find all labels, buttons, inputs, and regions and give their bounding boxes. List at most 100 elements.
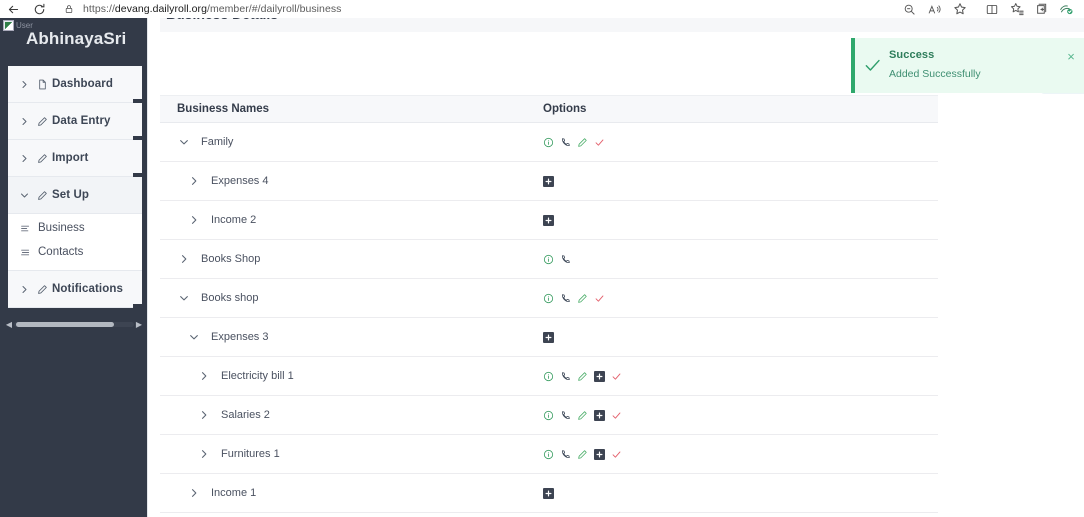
sidebar-item-import[interactable]: Import [8, 140, 142, 177]
scrollbar-track[interactable] [14, 321, 134, 327]
phone-icon[interactable] [560, 137, 571, 148]
chevron-right-icon[interactable] [187, 174, 201, 188]
info-circle-icon[interactable] [543, 293, 554, 304]
chevron-right-icon[interactable] [197, 447, 211, 461]
add-to-collections-icon[interactable] [1029, 0, 1054, 18]
scroll-left-arrow-icon[interactable]: ◀ [4, 320, 14, 329]
table-row[interactable]: Books shop [160, 279, 938, 318]
table-row[interactable]: Expenses 4 [160, 162, 938, 201]
row-options [540, 214, 554, 226]
phone-icon[interactable] [560, 254, 571, 265]
sidebar-item-label: Import [52, 152, 89, 164]
info-circle-icon[interactable] [543, 137, 554, 148]
check-icon[interactable] [594, 137, 605, 148]
info-circle-icon[interactable] [543, 410, 554, 421]
check-icon[interactable] [611, 449, 622, 460]
split-screen-icon[interactable] [979, 0, 1004, 18]
add-plus-square-icon[interactable] [594, 448, 605, 460]
chevron-down-icon[interactable] [177, 291, 191, 305]
phone-icon[interactable] [560, 371, 571, 382]
check-icon[interactable] [611, 371, 622, 382]
row-label: Expenses 3 [211, 331, 269, 343]
add-plus-square-icon[interactable] [594, 370, 605, 382]
toast-message: Added Successfully [889, 68, 981, 80]
table-row[interactable]: Books Shop [160, 240, 938, 279]
add-plus-square-icon[interactable] [543, 175, 554, 187]
browser-back-button[interactable] [0, 0, 26, 18]
sidebar-subitem-label: Business [38, 222, 85, 234]
pencil-icon[interactable] [577, 449, 588, 460]
collections-icon[interactable] [1004, 0, 1029, 18]
list-icon [20, 223, 38, 234]
add-plus-square-icon[interactable] [543, 331, 554, 343]
pencil-icon [32, 190, 52, 201]
check-icon[interactable] [611, 410, 622, 421]
pencil-icon[interactable] [577, 371, 588, 382]
pencil-icon [32, 116, 52, 127]
chevron-right-icon[interactable] [187, 213, 201, 227]
pencil-icon[interactable] [577, 410, 588, 421]
address-bar[interactable]: https://devang.dailyroll.org/member/#/da… [56, 1, 891, 17]
browser-reload-button[interactable] [26, 0, 52, 18]
chevron-right-icon [20, 80, 32, 89]
browser-essentials-icon[interactable] [1054, 0, 1079, 18]
chevron-right-icon[interactable] [177, 252, 191, 266]
info-circle-icon[interactable] [543, 254, 554, 265]
table-row[interactable]: Expenses 3 [160, 318, 938, 357]
chevron-right-icon[interactable] [197, 369, 211, 383]
row-options [540, 487, 554, 499]
row-options [540, 175, 554, 187]
row-label: Salaries 2 [221, 409, 270, 421]
phone-icon[interactable] [560, 449, 571, 460]
row-label: Family [201, 136, 234, 148]
pencil-icon[interactable] [577, 137, 588, 148]
sidebar-item-business[interactable]: Business [8, 216, 142, 240]
chevron-right-icon [20, 117, 32, 126]
table-row[interactable]: Family [160, 123, 938, 162]
chevron-down-icon[interactable] [177, 135, 191, 149]
sidebar-item-data-entry[interactable]: Data Entry [8, 103, 142, 140]
table-row[interactable]: Income 1 [160, 474, 938, 513]
favorite-star-icon[interactable] [947, 0, 972, 18]
info-circle-icon[interactable] [543, 371, 554, 382]
pencil-icon[interactable] [577, 293, 588, 304]
table-row[interactable]: Salaries 2 [160, 396, 938, 435]
chevron-right-icon[interactable] [197, 408, 211, 422]
check-icon [855, 38, 889, 93]
table-row[interactable]: Electricity bill 1 [160, 357, 938, 396]
chevron-down-icon [20, 191, 32, 200]
scrollbar-thumb[interactable] [16, 321, 115, 327]
sidebar-subitem-label: Contacts [38, 246, 84, 258]
sidebar-item-notifications[interactable]: Notifications [8, 271, 142, 308]
sidebar-edge-marker [133, 304, 142, 308]
add-plus-square-icon[interactable] [594, 409, 605, 421]
row-options [540, 409, 622, 421]
chevron-right-icon[interactable] [187, 486, 201, 500]
check-icon[interactable] [594, 293, 605, 304]
browser-actions [897, 0, 1084, 18]
table-row[interactable]: Furnitures 1 [160, 435, 938, 474]
read-aloud-icon[interactable] [922, 0, 947, 18]
sidebar-item-label: Dashboard [52, 78, 113, 90]
sidebar-item-dashboard[interactable]: Dashboard [8, 66, 142, 103]
sidebar-horizontal-scrollbar[interactable]: ◀ ▶ [4, 318, 144, 330]
chevron-down-icon[interactable] [187, 330, 201, 344]
row-label: Furnitures 1 [221, 448, 280, 460]
info-circle-icon[interactable] [543, 449, 554, 460]
scroll-right-arrow-icon[interactable]: ▶ [134, 320, 144, 329]
sidebar-group-data-entry: Data Entry [8, 103, 142, 140]
add-plus-square-icon[interactable] [543, 487, 554, 499]
sidebar-item-contacts[interactable]: Contacts [8, 240, 142, 264]
success-toast: Success Added Successfully × [851, 38, 1084, 93]
add-plus-square-icon[interactable] [543, 214, 554, 226]
close-icon[interactable]: × [1058, 38, 1084, 74]
phone-icon[interactable] [560, 293, 571, 304]
row-label: Income 2 [211, 214, 257, 226]
business-table-card: Business Names Options Family Expenses 4… [160, 32, 938, 517]
zoom-out-icon[interactable] [897, 0, 922, 18]
sidebar: User AbhinayaSri Dashboard Data Entry Im… [0, 18, 148, 517]
sidebar-item-setup[interactable]: Set Up [8, 177, 142, 214]
row-options [540, 331, 554, 343]
phone-icon[interactable] [560, 410, 571, 421]
table-row[interactable]: Income 2 [160, 201, 938, 240]
